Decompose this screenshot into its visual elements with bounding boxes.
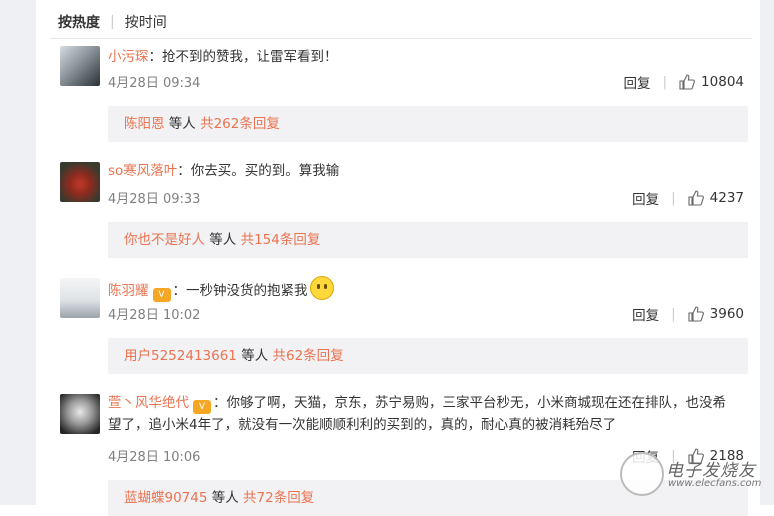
comment-time: 4月28日 10:02 (108, 308, 201, 323)
reply-thread-summary[interactable]: 陈阳恩 等人 共262条回复 (108, 106, 748, 142)
sort-divider: | (110, 14, 115, 30)
watermark: 电子发烧友 www.elecfans.com (620, 448, 762, 500)
comment-actions: 回复 | 4237 (632, 188, 744, 208)
user-avatar[interactable] (60, 162, 100, 202)
user-avatar[interactable] (60, 394, 100, 434)
user-avatar[interactable] (60, 278, 100, 318)
comment-actions: 回复 | 3960 (632, 304, 744, 324)
comment-text: so寒风落叶：你去买。买的到。算我输 (108, 160, 728, 182)
comment-text: 小污琛：抢不到的赞我，让雷军看到！ (108, 46, 728, 68)
reply-mid-text: 等人 (236, 348, 273, 364)
vip-badge-icon: V (152, 288, 171, 302)
comment-time: 4月28日 09:34 (108, 76, 201, 91)
username-link[interactable]: 萱丶风华绝代 (108, 395, 189, 411)
thumbs-up-icon[interactable] (688, 306, 704, 322)
like-count: 4237 (709, 190, 744, 206)
user-avatar[interactable] (60, 46, 100, 86)
vip-badge-icon: V (193, 400, 211, 414)
comment-time: 4月28日 09:33 (108, 192, 201, 207)
action-divider: | (671, 190, 676, 206)
comment-time: 4月28日 10:06 (108, 450, 201, 465)
comment-panel: 按热度 | 按时间 小污琛：抢不到的赞我，让雷军看到！ 4月28日 09:34 … (36, 0, 760, 516)
reply-thread-summary[interactable]: 你也不是好人 等人 共154条回复 (108, 222, 748, 258)
username-link[interactable]: 小污琛 (108, 49, 149, 65)
reply-mid-text: 等人 (164, 116, 201, 132)
comment-text: 萱丶风华绝代 V ：你够了啊，天猫，京东，苏宁易购，三家平台秒无，小米商城现在还在排… (108, 392, 728, 436)
comment-content: ：抢不到的赞我，让雷军看到！ (148, 49, 338, 65)
divider (50, 38, 752, 39)
thumbs-up-icon[interactable] (679, 74, 695, 90)
comment-content: ：你去买。买的到。算我输 (177, 163, 340, 179)
reply-button[interactable]: 回复 (632, 304, 659, 324)
reply-count-link[interactable]: 共72条回复 (243, 490, 314, 506)
action-divider: | (671, 306, 676, 322)
sort-bar: 按热度 | 按时间 (58, 12, 167, 32)
reply-button[interactable]: 回复 (632, 188, 659, 208)
watermark-logo-icon (620, 452, 664, 496)
reply-mid-text: 等人 (205, 232, 241, 248)
reply-button[interactable]: 回复 (623, 72, 650, 92)
right-page-margin (760, 0, 774, 505)
reply-thread-summary[interactable]: 用户5252413661 等人 共62条回复 (108, 338, 748, 374)
reply-user-link[interactable]: 用户5252413661 (124, 348, 237, 364)
sort-by-time-tab[interactable]: 按时间 (125, 12, 167, 32)
like-count: 3960 (709, 306, 744, 322)
comment-text: 陈羽耀 V ：一秒钟没货的抱紧我 (108, 276, 728, 302)
comment-content: ：一秒钟没货的抱紧我 (172, 283, 308, 299)
like-count: 10804 (701, 74, 744, 90)
smile-emoji-icon (309, 276, 334, 300)
sort-by-hot-tab[interactable]: 按热度 (58, 12, 100, 32)
username-link[interactable]: so寒风落叶 (108, 163, 177, 179)
thumbs-up-icon[interactable] (688, 190, 704, 206)
reply-count-link[interactable]: 共262条回复 (200, 116, 280, 132)
left-page-margin (0, 0, 36, 505)
reply-user-link[interactable]: 陈阳恩 (124, 116, 165, 132)
reply-user-link[interactable]: 你也不是好人 (124, 232, 205, 248)
reply-count-link[interactable]: 共62条回复 (273, 348, 344, 364)
reply-mid-text: 等人 (207, 490, 244, 506)
reply-user-link[interactable]: 蓝蝴蝶90745 (124, 490, 207, 506)
watermark-url: www.elecfans.com (668, 478, 762, 489)
action-divider: | (662, 74, 668, 90)
comment-actions: 回复 | 10804 (623, 72, 744, 92)
reply-count-link[interactable]: 共154条回复 (241, 232, 321, 248)
username-link[interactable]: 陈羽耀 (108, 283, 149, 299)
